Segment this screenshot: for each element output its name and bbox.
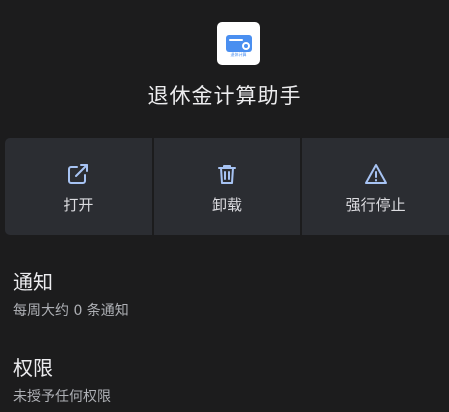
card-stripe — [228, 39, 243, 41]
wallet-card-icon — [225, 35, 252, 52]
permissions-setting[interactable]: 权限 未授予任何权限 — [13, 352, 111, 406]
open-in-new-icon — [68, 164, 89, 184]
trash-icon — [218, 165, 236, 184]
uninstall-button[interactable]: 卸载 — [153, 138, 301, 235]
action-bar: 打开 卸载 强行停止 — [5, 138, 449, 235]
uninstall-button-label: 卸载 — [212, 196, 243, 214]
permissions-subtitle: 未授予任何权限 — [13, 389, 111, 405]
notifications-title: 通知 — [13, 270, 53, 294]
force-stop-button-label: 强行停止 — [345, 196, 406, 214]
force-stop-button[interactable]: 强行停止 — [302, 138, 449, 235]
app-info-screen: 退休计算 退休金计算助手 打开 卸载 强行停止 通知 每周大约 0 条通知 权限… — [0, 0, 449, 412]
app-name: 退休金计算助手 — [147, 84, 302, 108]
app-icon-caption: 退休计算 — [230, 52, 247, 57]
open-button[interactable]: 打开 — [5, 138, 152, 235]
permissions-title: 权限 — [13, 356, 53, 380]
app-icon: 退休计算 — [217, 22, 260, 65]
notifications-subtitle: 每周大约 0 条通知 — [13, 303, 129, 319]
warning-icon — [364, 164, 387, 184]
notifications-setting[interactable]: 通知 每周大约 0 条通知 — [13, 266, 129, 320]
coin-icon — [241, 42, 250, 50]
open-button-label: 打开 — [63, 196, 94, 214]
